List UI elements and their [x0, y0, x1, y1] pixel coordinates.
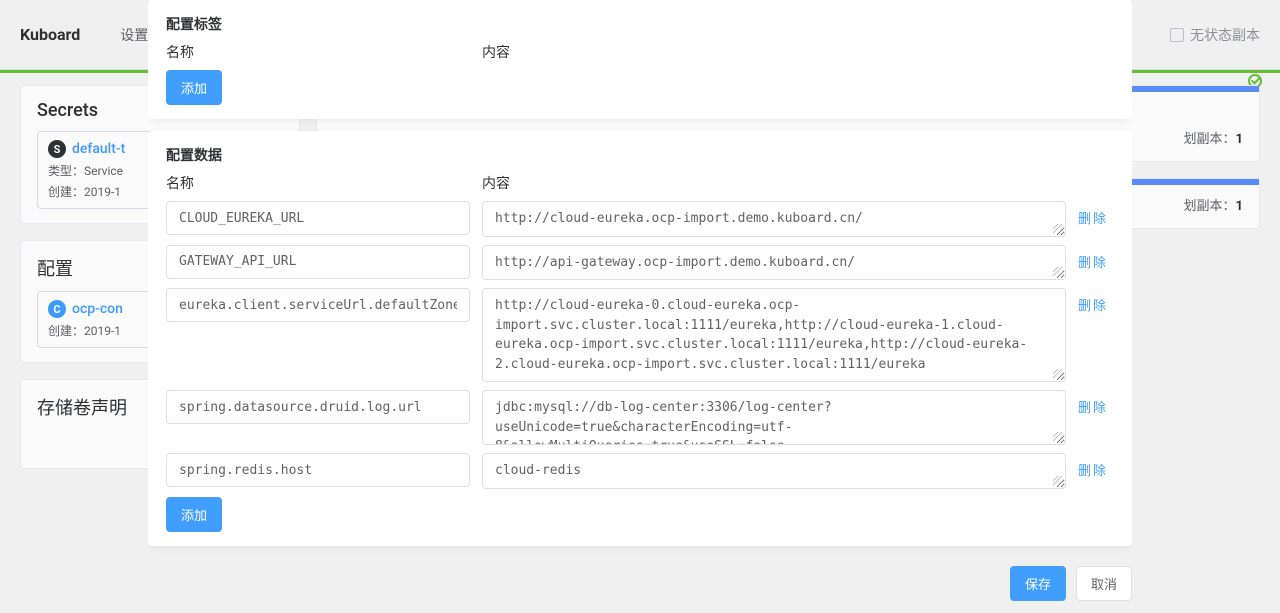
data-key-input[interactable]: [166, 453, 470, 487]
cancel-button[interactable]: 取消: [1076, 566, 1132, 601]
data-value-textarea[interactable]: [482, 245, 1066, 281]
delete-row-link[interactable]: 删除: [1078, 201, 1114, 237]
data-key-input[interactable]: [166, 201, 470, 235]
data-panel: 配置数据 名称 内容 删除删除删除删除删除 添加: [148, 131, 1132, 546]
data-value-textarea[interactable]: [482, 390, 1066, 445]
data-key-input[interactable]: [166, 245, 470, 279]
save-button[interactable]: 保存: [1010, 566, 1066, 601]
modal-footer: 保存 取消: [148, 554, 1132, 613]
add-data-button[interactable]: 添加: [166, 497, 222, 532]
data-row: 删除: [166, 390, 1114, 445]
data-name-header: 名称: [166, 173, 482, 193]
delete-row-link[interactable]: 删除: [1078, 288, 1114, 382]
data-row: 删除: [166, 245, 1114, 281]
data-content-header: 内容: [482, 173, 1114, 193]
data-value-textarea[interactable]: [482, 288, 1066, 382]
data-panel-title: 配置数据: [166, 145, 1114, 165]
data-value-textarea[interactable]: [482, 453, 1066, 489]
add-label-button[interactable]: 添加: [166, 70, 222, 105]
data-row: 删除: [166, 453, 1114, 489]
data-value-textarea[interactable]: [482, 201, 1066, 237]
data-key-input[interactable]: [166, 288, 470, 322]
data-row: 删除: [166, 288, 1114, 382]
labels-name-header: 名称: [166, 42, 482, 62]
labels-panel-title: 配置标签: [166, 14, 1114, 34]
data-key-input[interactable]: [166, 390, 470, 424]
delete-row-link[interactable]: 删除: [1078, 390, 1114, 445]
labels-panel: 配置标签 名称 内容 添加: [148, 0, 1132, 119]
edit-config-modal: 配置标签 名称 内容 添加 配置数据 名称 内容 删除删除删除删除删除 添加 保…: [148, 0, 1132, 613]
delete-row-link[interactable]: 删除: [1078, 245, 1114, 281]
delete-row-link[interactable]: 删除: [1078, 453, 1114, 489]
data-row: 删除: [166, 201, 1114, 237]
labels-content-header: 内容: [482, 42, 1114, 62]
